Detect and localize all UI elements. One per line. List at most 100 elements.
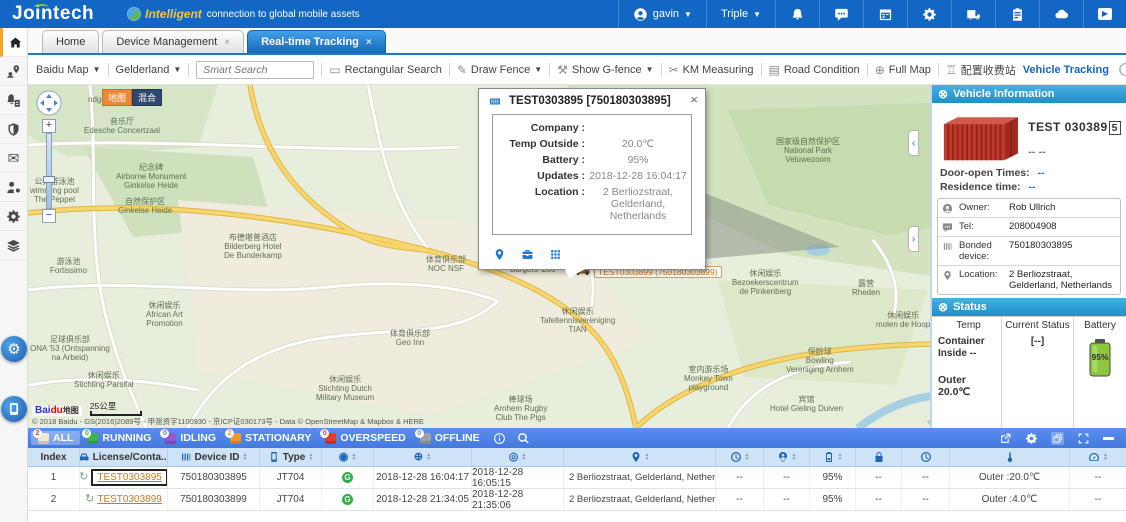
sort-icon[interactable]: ▲▼ <box>792 453 797 462</box>
filter-idling[interactable]: 0IDLING <box>158 431 223 445</box>
filter-overspeed[interactable]: 0OVERSPEED <box>318 431 412 445</box>
zoom-out-button[interactable]: − <box>42 209 56 223</box>
sort-icon[interactable]: ▲▼ <box>351 453 356 462</box>
col-location[interactable]: ▲▼ <box>564 448 716 466</box>
report-button[interactable] <box>995 0 1039 28</box>
zoom-knob[interactable] <box>43 176 55 183</box>
sidebar-item-home[interactable] <box>0 28 27 57</box>
col-battery[interactable]: ▲▼ <box>810 448 856 466</box>
quick-settings-fab[interactable]: ⚙ <box>1 336 27 362</box>
zoom-in-button[interactable]: + <box>42 119 56 133</box>
panel-collapse-handle-bottom[interactable]: › <box>908 226 919 252</box>
vehicle-popup: TEST0303895 [750180303895] × Company : T… <box>478 88 706 270</box>
left-sidebar: ✉ ⚙ <box>0 28 28 522</box>
notifications-button[interactable] <box>775 0 819 28</box>
col-device-id[interactable]: Device ID▲▼ <box>168 448 260 466</box>
video-button[interactable]: ▶ <box>1083 0 1126 28</box>
draw-fence-button[interactable]: ✎Draw Fence▼ <box>457 63 542 77</box>
open-external-icon[interactable] <box>999 432 1012 445</box>
table-row[interactable]: 1 ↻TEST0303895 750180303895 JT704 G 2018… <box>28 467 1126 489</box>
sidebar-item-alarms[interactable] <box>0 86 27 115</box>
show-gfence-button[interactable]: ⚒Show G-fence▼ <box>557 63 653 77</box>
locate-pin-icon[interactable] <box>493 248 506 261</box>
sidebar-item-users[interactable] <box>0 173 27 202</box>
col-speed[interactable]: ▲▼ <box>1070 448 1126 466</box>
vehicle-info-header[interactable]: ⊗ Vehicle Information <box>932 85 1126 103</box>
sidebar-item-messages[interactable]: ✉ <box>0 144 27 173</box>
sort-icon[interactable]: ▲▼ <box>745 453 750 462</box>
messages-button[interactable] <box>819 0 863 28</box>
cloud-button[interactable] <box>1039 0 1083 28</box>
rectangular-search-button[interactable]: ▭Rectangular Search <box>329 63 442 77</box>
table-row[interactable]: 2 ↻TEST0303899 750180303899 JT704 G 2018… <box>28 489 1126 511</box>
vehicle-tracking-toggle[interactable] <box>1119 63 1126 76</box>
collapse-circle-icon[interactable]: ⊗ <box>938 88 948 100</box>
fleet-button[interactable] <box>951 0 995 28</box>
user-menu[interactable]: gavin▼ <box>618 0 706 28</box>
sort-icon[interactable]: ▲▼ <box>521 453 526 462</box>
sidebar-item-devices[interactable] <box>0 202 27 231</box>
status-header[interactable]: ⊗ Status <box>932 298 1126 316</box>
col-temperature[interactable] <box>950 448 1070 466</box>
sort-icon[interactable]: ▲▼ <box>1103 453 1108 462</box>
minimize-icon[interactable] <box>1103 437 1114 440</box>
windows-layout-icon[interactable] <box>1051 432 1064 445</box>
col-update-time[interactable]: ⊕▲▼ <box>374 448 472 466</box>
filter-offline[interactable]: 0OFFLINE <box>413 431 487 445</box>
filter-running[interactable]: 0RUNNING <box>80 431 158 445</box>
sidebar-item-layers[interactable] <box>0 231 27 260</box>
filter-stationary[interactable]: 2STATIONARY <box>223 431 318 445</box>
map-zoom-slider[interactable]: + − <box>42 119 56 223</box>
col-duration[interactable]: ▲▼ <box>716 448 764 466</box>
sort-icon[interactable]: ▲▼ <box>426 453 431 462</box>
mobile-app-fab[interactable] <box>1 396 27 422</box>
license-link[interactable]: TEST0303895 <box>91 469 168 486</box>
sort-icon[interactable]: ▲▼ <box>645 453 650 462</box>
fullscreen-icon[interactable] <box>1077 432 1090 445</box>
col-time2[interactable] <box>902 448 950 466</box>
region-select[interactable]: Gelderland▼ <box>116 64 182 76</box>
search-icon[interactable] <box>517 432 530 445</box>
map-provider-select[interactable]: Baidu Map▼ <box>36 64 101 76</box>
map-hybrid-button[interactable]: 混合 <box>132 89 162 106</box>
sidebar-item-tracking[interactable] <box>0 57 27 86</box>
col-gps-status[interactable]: ◉▲▼ <box>322 448 374 466</box>
gear-icon[interactable] <box>1025 432 1038 445</box>
road-condition-button[interactable]: ▤Road Condition <box>769 63 860 77</box>
info-icon[interactable] <box>493 432 506 445</box>
col-license[interactable]: License/Conta... <box>80 448 168 466</box>
close-icon[interactable]: × <box>366 37 372 48</box>
toll-station-button[interactable]: ♖配置收费站 <box>946 62 1016 78</box>
col-type[interactable]: Type▲▼ <box>260 448 322 466</box>
settings-button[interactable] <box>907 0 951 28</box>
smart-search-input[interactable] <box>196 61 314 79</box>
map-pan-control[interactable] <box>36 90 62 116</box>
tab-device-management[interactable]: Device Management× <box>102 30 244 53</box>
col-index[interactable]: Index <box>28 448 80 466</box>
tab-real-time-tracking[interactable]: Real-time Tracking× <box>247 30 386 53</box>
toolbox-icon[interactable] <box>521 248 534 261</box>
chevron-down-icon: ▼ <box>646 65 654 74</box>
full-map-button[interactable]: ⊕Full Map <box>875 63 931 77</box>
map-type-button[interactable]: 地图 <box>102 89 132 106</box>
zoom-track[interactable] <box>46 133 52 209</box>
panel-collapse-handle-top[interactable]: ‹ <box>908 130 919 156</box>
account-menu[interactable]: Triple▼ <box>706 0 775 28</box>
tab-home[interactable]: Home <box>42 30 99 53</box>
sidebar-item-security[interactable] <box>0 115 27 144</box>
col-driver[interactable]: ▲▼ <box>764 448 810 466</box>
col-receive-time[interactable]: ◎▲▼ <box>472 448 564 466</box>
license-link[interactable]: TEST0303899 <box>97 494 162 505</box>
sort-icon[interactable]: ▲▼ <box>838 453 843 462</box>
sort-icon[interactable]: ▲▼ <box>243 453 248 462</box>
schedule-button[interactable] <box>863 0 907 28</box>
map-attribution: Baidu地图 25公里 © 2018 Baidu - GS(2016)2089… <box>32 401 424 427</box>
km-measuring-button[interactable]: ✂KM Measuring <box>669 63 754 77</box>
close-icon[interactable]: × <box>690 92 698 107</box>
more-actions-icon[interactable] <box>549 248 562 261</box>
close-icon[interactable]: × <box>224 37 230 48</box>
filter-all[interactable]: 2ALL <box>31 431 80 445</box>
sort-icon[interactable]: ▲▼ <box>308 453 313 462</box>
collapse-circle-icon[interactable]: ⊗ <box>938 301 948 313</box>
col-lock[interactable] <box>856 448 902 466</box>
